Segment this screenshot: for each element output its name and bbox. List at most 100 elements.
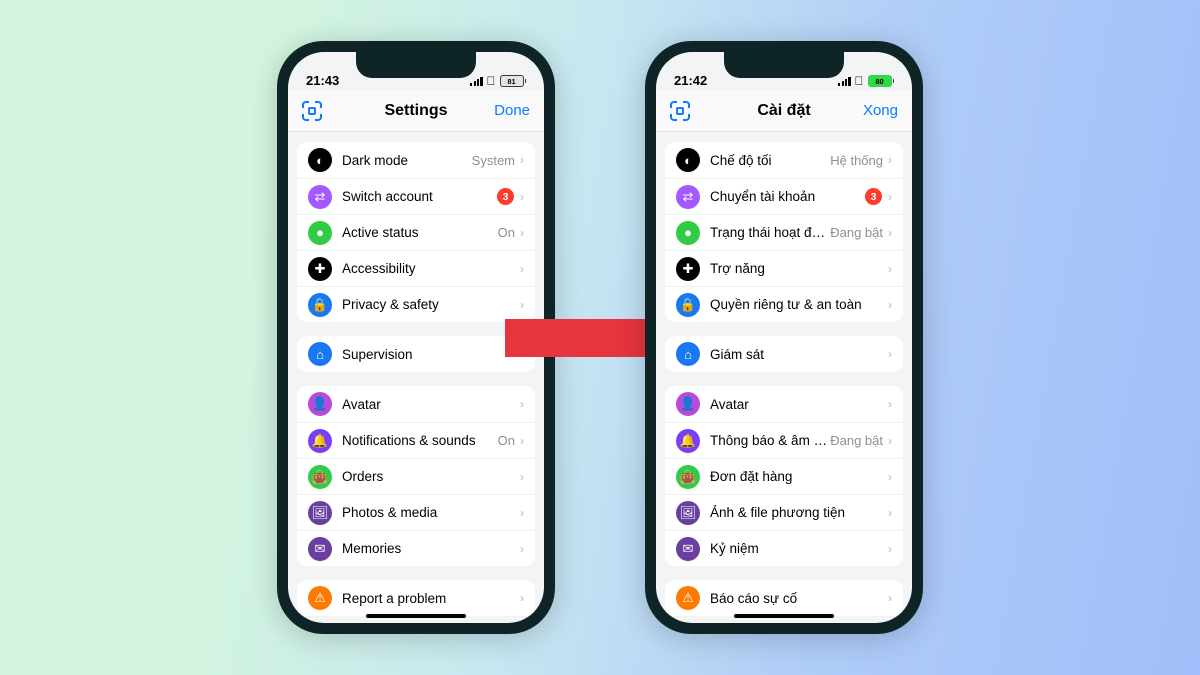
settings-group-3: 👤Avatar›🔔Notifications & soundsOn›👜Order… [297,386,535,566]
settings-row[interactable]: ⌂Giám sát› [665,336,903,372]
home-indicator[interactable] [366,614,466,618]
signal-icon [470,77,482,86]
row-label: Ảnh & file phương tiện [710,505,888,520]
settings-row[interactable]: 🔔Notifications & soundsOn› [297,422,535,458]
status-icon: ● [308,221,332,245]
status-icon: ● [676,221,700,245]
settings-row[interactable]: ⇄Chuyển tài khoản3› [665,178,903,214]
page-title: Settings [384,102,447,120]
row-label: Thông báo & âm thanh [710,433,830,448]
settings-row[interactable]: ⚠Report a problem› [297,580,535,616]
bell-icon: 🔔 [676,429,700,453]
settings-row[interactable]: 🔒Privacy & safety› [297,286,535,322]
status-time: 21:43 [306,73,339,88]
bag-icon: 👜 [308,465,332,489]
lock-icon: 🔒 [308,293,332,317]
row-value: Hệ thống [830,153,883,168]
warn-icon: ⚠ [308,586,332,610]
chevron-right-icon: › [520,591,524,605]
battery-icon: 81 [500,75,527,87]
phone-right: 21:42 􀙇 80 Cài đặt Xong ◐Chế độ tốiHệ th… [645,41,923,634]
row-label: Memories [342,541,520,556]
row-label: Photos & media [342,505,520,520]
settings-row[interactable]: ⚠Báo cáo sự cố› [665,580,903,616]
chevron-right-icon: › [888,470,892,484]
row-label: Accessibility [342,261,520,276]
wifi-icon: 􀙇 [487,74,496,88]
row-value: On [498,433,515,448]
settings-row[interactable]: ◐Chế độ tốiHệ thống› [665,142,903,178]
nav-bar: Settings Done [288,90,544,132]
row-label: Notifications & sounds [342,433,498,448]
chevron-right-icon: › [520,470,524,484]
settings-row[interactable]: 👜Đơn đặt hàng› [665,458,903,494]
settings-row[interactable]: ◐Dark modeSystem› [297,142,535,178]
chevron-right-icon: › [520,506,524,520]
badge: 3 [865,188,882,205]
row-label: Quyền riêng tư & an toàn [710,297,888,312]
settings-row[interactable]: 🔒Quyền riêng tư & an toàn› [665,286,903,322]
bell-icon: 🔔 [308,429,332,453]
settings-row[interactable]: 👤Avatar› [297,386,535,422]
home-indicator[interactable] [734,614,834,618]
chevron-right-icon: › [520,226,524,240]
chevron-right-icon: › [520,262,524,276]
home-icon: ⌂ [308,342,332,366]
done-button[interactable]: Xong [848,102,898,119]
chevron-right-icon: › [888,591,892,605]
settings-row[interactable]: ⇄Switch account3› [297,178,535,214]
settings-row[interactable]: 👜Orders› [297,458,535,494]
settings-group-1: ◐Chế độ tốiHệ thống›⇄Chuyển tài khoản3›●… [665,142,903,322]
avatar-icon: 👤 [676,392,700,416]
row-label: Avatar [710,397,888,412]
settings-content[interactable]: ◐Chế độ tốiHệ thống›⇄Chuyển tài khoản3›●… [656,132,912,623]
settings-group-1: ◐Dark modeSystem›⇄Switch account3›●Activ… [297,142,535,322]
chevron-right-icon: › [888,226,892,240]
nav-bar: Cài đặt Xong [656,90,912,132]
chevron-right-icon: › [888,542,892,556]
settings-group-4: ⚠Report a problem› [297,580,535,616]
wifi-icon: 􀙇 [855,74,864,88]
switch-icon: ⇄ [308,185,332,209]
done-button[interactable]: Done [480,102,530,119]
row-label: Dark mode [342,153,472,168]
photo-icon: 🖼 [308,501,332,525]
home-icon: ⌂ [676,342,700,366]
settings-group-2: ⌂Supervision› [297,336,535,372]
settings-row[interactable]: 🔔Thông báo & âm thanhĐang bật› [665,422,903,458]
row-value: System [472,153,515,168]
settings-row[interactable]: ✉Memories› [297,530,535,566]
row-label: Giám sát [710,347,888,362]
row-label: Kỷ niệm [710,541,888,556]
chevron-right-icon: › [888,397,892,411]
row-label: Privacy & safety [342,297,520,312]
settings-row[interactable]: ●Trạng thái hoạt độngĐang bật› [665,214,903,250]
access-icon: ✚ [676,257,700,281]
settings-group-4: ⚠Báo cáo sự cố› [665,580,903,616]
settings-row[interactable]: 🖼Ảnh & file phương tiện› [665,494,903,530]
settings-row[interactable]: ●Active statusOn› [297,214,535,250]
settings-row[interactable]: 👤 Avatar› [665,386,903,422]
scan-icon [670,101,690,121]
settings-row[interactable]: ✉ Kỷ niệm› [665,530,903,566]
settings-row[interactable]: 🖼 Photos & media› [297,494,535,530]
row-value: Đang bật [830,433,883,448]
row-label: Đơn đặt hàng [710,469,888,484]
scan-icon [302,101,322,121]
lock-icon: 🔒 [676,293,700,317]
scan-button[interactable] [670,101,720,121]
settings-row[interactable]: ⌂Supervision› [297,336,535,372]
settings-row[interactable]: ✚Accessibility› [297,250,535,286]
switch-icon: ⇄ [676,185,700,209]
page-title: Cài đặt [757,102,810,120]
chevron-right-icon: › [888,506,892,520]
scan-button[interactable] [302,101,352,121]
mem-icon: ✉ [676,537,700,561]
row-label: Chế độ tối [710,153,830,168]
row-label: Báo cáo sự cố [710,591,888,606]
settings-content[interactable]: ◐Dark modeSystem›⇄Switch account3›●Activ… [288,132,544,623]
row-label: Avatar [342,397,520,412]
settings-row[interactable]: ✚Trợ năng› [665,250,903,286]
status-right: 􀙇 80 [838,74,894,88]
chevron-right-icon: › [888,262,892,276]
